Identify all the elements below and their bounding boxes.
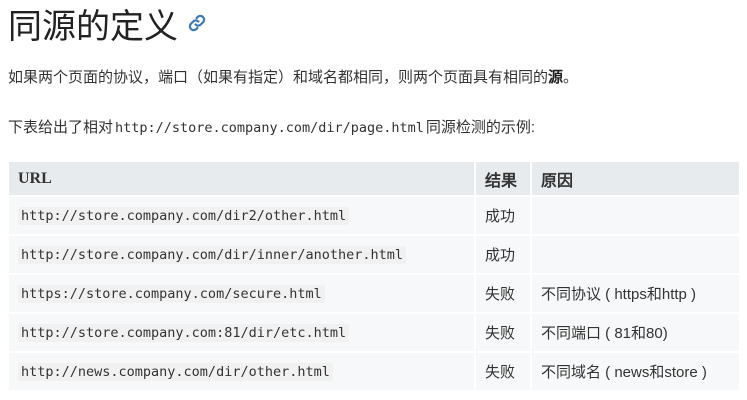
reason-cell <box>531 196 739 236</box>
page-title: 同源的定义 <box>8 6 178 47</box>
table-row: https://store.company.com/secure.html 失败… <box>9 274 739 314</box>
reason-cell: 不同协议 ( https和http ) <box>531 274 739 314</box>
intro-text: 如果两个页面的协议，端口（如果有指定）和域名都相同，则两个页面具有相同的 <box>8 69 549 86</box>
reason-cell: 不同域名 ( news和store ) <box>531 352 739 392</box>
reference-url-code: http://store.company.com/dir/page.html <box>115 120 424 136</box>
url-cell: http://store.company.com/dir/inner/anoth… <box>9 235 476 275</box>
url-code: http://news.company.com/dir/other.html <box>18 363 333 381</box>
table-row: http://news.company.com/dir/other.html 失… <box>9 352 739 392</box>
table-row: http://store.company.com/dir/inner/anoth… <box>9 235 739 275</box>
table-row: http://store.company.com:81/dir/etc.html… <box>9 313 739 353</box>
header-reason: 原因 <box>531 162 739 197</box>
result-cell: 成功 <box>475 235 532 275</box>
link-icon[interactable] <box>188 14 206 32</box>
table-header-row: URL 结果 原因 <box>9 162 739 197</box>
result-cell: 失败 <box>475 352 532 392</box>
origin-comparison-table: URL 结果 原因 http://store.company.com/dir2/… <box>9 162 739 392</box>
reason-cell <box>531 235 739 275</box>
header-url: URL <box>9 162 476 197</box>
header-result: 结果 <box>475 162 532 197</box>
result-cell: 失败 <box>475 274 532 314</box>
intro-strong: 源 <box>548 69 564 86</box>
url-code: https://store.company.com/secure.html <box>18 285 325 303</box>
intro-paragraph: 如果两个页面的协议，端口（如果有指定）和域名都相同，则两个页面具有相同的源。 <box>8 66 578 87</box>
result-cell: 失败 <box>475 313 532 353</box>
url-code: http://store.company.com/dir2/other.html <box>18 207 350 225</box>
example-intro-paragraph: 下表给出了相对 http://store.company.com/dir/page… <box>8 116 535 137</box>
url-cell: http://news.company.com/dir/other.html <box>9 352 476 392</box>
example-intro-after: 同源检测的示例: <box>425 119 536 136</box>
page-heading: 同源的定义 <box>8 0 206 47</box>
example-intro-before: 下表给出了相对 <box>8 119 114 136</box>
table-row: http://store.company.com/dir2/other.html… <box>9 196 739 236</box>
result-cell: 成功 <box>475 196 532 236</box>
url-cell: https://store.company.com/secure.html <box>9 274 476 314</box>
url-code: http://store.company.com/dir/inner/anoth… <box>18 246 407 264</box>
intro-end: 。 <box>563 69 579 86</box>
reason-cell: 不同端口 ( 81和80) <box>531 313 739 353</box>
url-code: http://store.company.com:81/dir/etc.html <box>18 324 350 342</box>
url-cell: http://store.company.com:81/dir/etc.html <box>9 313 476 353</box>
url-cell: http://store.company.com/dir2/other.html <box>9 196 476 236</box>
